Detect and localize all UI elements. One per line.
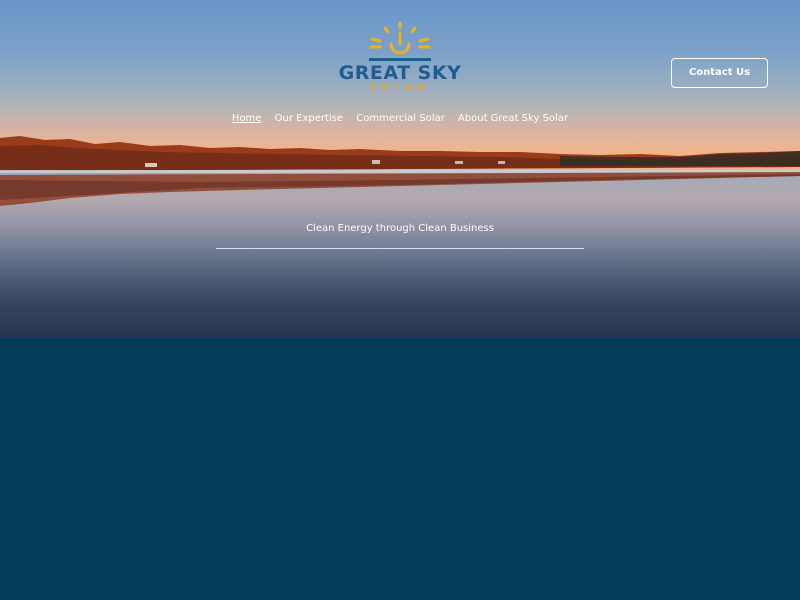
hero-tagline: Clean Energy through Clean Business [306, 223, 494, 234]
nav-item-home[interactable]: Home [232, 113, 262, 124]
nav-item-our-expertise[interactable]: Our Expertise [275, 113, 343, 124]
nav-item-about[interactable]: About Great Sky Solar [458, 113, 568, 124]
nav-item-commercial-solar[interactable]: Commercial Solar [356, 113, 444, 124]
content-section [0, 337, 800, 600]
treeline-image [0, 136, 800, 206]
main-nav: Home Our Expertise Commercial Solar Abou… [0, 113, 800, 124]
hero-section: GREAT SKY SOLAR Contact Us Home Our Expe… [0, 0, 800, 337]
logo-subtext: SOLAR [369, 83, 430, 92]
hero-divider [216, 248, 584, 249]
brand-logo[interactable]: GREAT SKY SOLAR [336, 20, 464, 96]
sun-logo-icon [369, 21, 431, 61]
logo-wordmark: GREAT SKY [338, 62, 462, 84]
contact-us-button[interactable]: Contact Us [671, 58, 768, 88]
